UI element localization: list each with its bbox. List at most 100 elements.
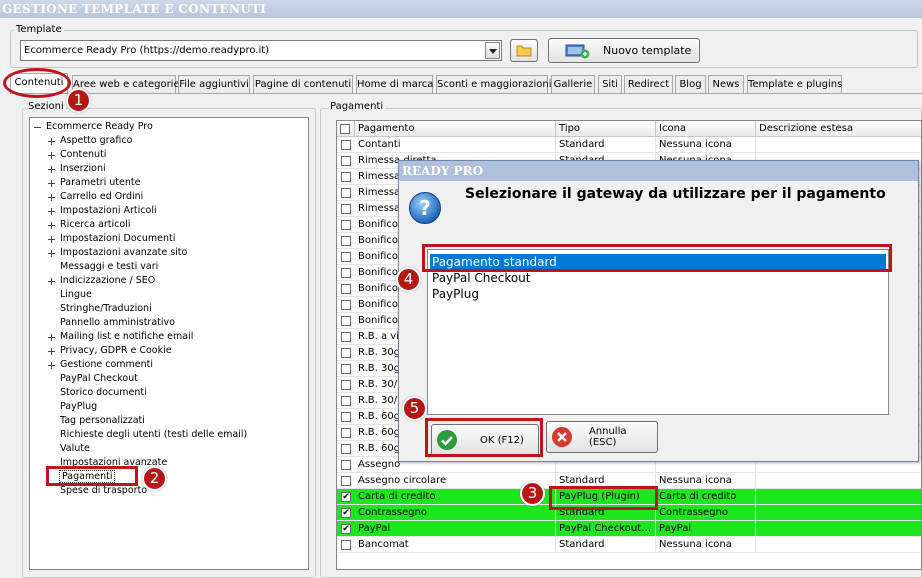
expand-icon[interactable] bbox=[48, 236, 55, 243]
tab-redirect[interactable]: Redirect bbox=[624, 75, 673, 93]
tab-siti[interactable]: Siti bbox=[598, 75, 622, 93]
tab-template-plugins[interactable]: Template e plugins bbox=[747, 75, 842, 93]
template-combo[interactable]: Ecommerce Ready Pro (https://demo.readyp… bbox=[20, 40, 502, 61]
tree-item[interactable]: Carrello ed Ordini bbox=[46, 190, 143, 204]
row-checkbox[interactable] bbox=[341, 412, 351, 422]
row-checkbox[interactable] bbox=[341, 268, 351, 278]
row-checkbox[interactable] bbox=[341, 284, 351, 294]
row-checkbox[interactable] bbox=[341, 140, 351, 150]
tree-item[interactable]: Tag personalizzati bbox=[46, 414, 145, 428]
tree-item[interactable]: Aspetto grafico bbox=[46, 134, 132, 148]
header-pagamento[interactable]: Pagamento bbox=[355, 121, 556, 137]
row-checkbox[interactable] bbox=[341, 348, 351, 358]
cell-type: Standard bbox=[556, 537, 656, 553]
expand-icon[interactable] bbox=[48, 194, 55, 201]
tree-item[interactable]: Storico documenti bbox=[46, 386, 147, 400]
header-icona[interactable]: Icona bbox=[656, 121, 756, 137]
table-row[interactable]: Contanti Standard Nessuna icona bbox=[337, 137, 921, 153]
tree-item[interactable]: Lingue bbox=[46, 288, 92, 302]
row-checkbox[interactable] bbox=[341, 236, 351, 246]
header-descrizione[interactable]: Descrizione estesa bbox=[756, 121, 921, 137]
tree-item[interactable]: Gestione commenti bbox=[46, 358, 153, 372]
row-checkbox[interactable] bbox=[341, 428, 351, 438]
row-checkbox[interactable] bbox=[341, 396, 351, 406]
expand-icon[interactable] bbox=[48, 152, 55, 159]
tree-item[interactable]: Stringhe/Traduzioni bbox=[46, 302, 152, 316]
tree-item[interactable]: Privacy, GDPR e Cookie bbox=[46, 344, 172, 358]
expand-icon[interactable] bbox=[48, 166, 55, 173]
row-checkbox[interactable] bbox=[341, 364, 351, 374]
table-row[interactable]: ✔ PayPal PayPal Checkout… PayPal bbox=[337, 521, 921, 537]
tree-item[interactable]: PayPal Checkout bbox=[46, 372, 138, 386]
tree-item[interactable]: Impostazioni avanzate sito bbox=[46, 246, 187, 260]
tab-gallerie[interactable]: Gallerie bbox=[551, 75, 595, 93]
cancel-button[interactable]: Annulla (ESC) bbox=[546, 421, 658, 453]
expand-icon[interactable] bbox=[48, 278, 55, 285]
tree-item[interactable]: Parametri utente bbox=[46, 176, 140, 190]
row-checkbox[interactable] bbox=[341, 316, 351, 326]
tree-item[interactable]: Messaggi e testi vari bbox=[46, 260, 158, 274]
row-checkbox[interactable] bbox=[341, 188, 351, 198]
tree-item[interactable]: Richieste degli utenti (testi delle emai… bbox=[46, 428, 247, 442]
tree-item[interactable]: Contenuti bbox=[46, 148, 106, 162]
step-badge-4: 4 bbox=[396, 267, 421, 292]
expand-icon[interactable] bbox=[48, 208, 55, 215]
tree-item[interactable]: Pannello amministrativo bbox=[46, 316, 175, 330]
chevron-down-icon[interactable] bbox=[485, 42, 500, 59]
new-template-button[interactable]: Nuovo template bbox=[548, 38, 700, 63]
row-checkbox[interactable] bbox=[341, 444, 351, 454]
tree-item-label: Mailing list e notifiche email bbox=[60, 331, 194, 342]
expand-icon[interactable] bbox=[48, 138, 55, 145]
tree-item-label: PayPlug bbox=[60, 401, 98, 412]
tree-item[interactable]: PayPlug bbox=[46, 400, 97, 414]
header-checkbox-col[interactable] bbox=[337, 121, 355, 137]
tree-item[interactable]: Impostazioni Documenti bbox=[46, 232, 175, 246]
tree-root[interactable]: Ecommerce Ready Pro bbox=[32, 120, 153, 134]
tree-item-label: Parametri utente bbox=[60, 177, 141, 188]
tree-item[interactable]: Impostazioni Articoli bbox=[46, 204, 157, 218]
row-checkbox[interactable] bbox=[341, 332, 351, 342]
gateway-option-payplug[interactable]: PayPlug bbox=[430, 286, 886, 302]
expand-icon[interactable] bbox=[48, 334, 55, 341]
row-checkbox[interactable] bbox=[341, 460, 351, 470]
row-checkbox[interactable]: ✔ bbox=[341, 524, 351, 534]
sections-tree[interactable]: Ecommerce Ready Pro Aspetto grafico Conte… bbox=[29, 117, 309, 570]
tree-item[interactable]: Mailing list e notifiche email bbox=[46, 330, 193, 344]
row-checkbox[interactable] bbox=[341, 540, 351, 550]
row-checkbox[interactable] bbox=[341, 220, 351, 230]
header-checkbox[interactable] bbox=[340, 124, 350, 134]
tab-blog[interactable]: Blog bbox=[675, 75, 706, 93]
tab-file-aggiuntivi[interactable]: File aggiuntivi bbox=[178, 75, 250, 93]
expand-icon[interactable] bbox=[48, 362, 55, 369]
header-tipo[interactable]: Tipo bbox=[556, 121, 656, 137]
row-checkbox[interactable] bbox=[341, 156, 351, 166]
tree-item[interactable]: Valute bbox=[46, 442, 90, 456]
tree-item[interactable]: Spese di trasporto bbox=[46, 484, 147, 498]
tree-item[interactable]: Inserzioni bbox=[46, 162, 106, 176]
tree-item[interactable]: Indicizzazione / SEO bbox=[46, 274, 155, 288]
tree-item[interactable]: Ricerca articoli bbox=[46, 218, 130, 232]
tree-item-label: Messaggi e testi vari bbox=[60, 261, 159, 272]
tab-aree-web[interactable]: Aree web e categorie bbox=[72, 75, 180, 93]
gateway-option-paypal[interactable]: PayPal Checkout bbox=[430, 270, 886, 286]
row-checkbox[interactable]: ✔ bbox=[341, 492, 351, 502]
expand-icon[interactable] bbox=[48, 222, 55, 229]
gateway-listbox[interactable]: Pagamento standard PayPal Checkout PayPl… bbox=[427, 249, 889, 415]
collapse-icon[interactable] bbox=[34, 124, 41, 131]
tab-news[interactable]: News bbox=[708, 75, 744, 93]
row-checkbox[interactable] bbox=[341, 476, 351, 486]
row-checkbox[interactable] bbox=[341, 252, 351, 262]
expand-icon[interactable] bbox=[48, 250, 55, 257]
row-checkbox[interactable] bbox=[341, 172, 351, 182]
open-folder-button[interactable] bbox=[510, 39, 538, 62]
row-checkbox[interactable] bbox=[341, 380, 351, 390]
row-checkbox[interactable] bbox=[341, 204, 351, 214]
tab-sconti[interactable]: Sconti e maggiorazioni bbox=[436, 75, 551, 93]
tab-pagine-contenuti[interactable]: Pagine di contenuti bbox=[253, 75, 353, 93]
row-checkbox[interactable]: ✔ bbox=[341, 508, 351, 518]
row-checkbox[interactable] bbox=[341, 300, 351, 310]
expand-icon[interactable] bbox=[48, 180, 55, 187]
tab-home-marca[interactable]: Home di marca bbox=[356, 75, 433, 93]
table-row[interactable]: Bancomat Standard Nessuna icona bbox=[337, 537, 921, 553]
expand-icon[interactable] bbox=[48, 348, 55, 355]
